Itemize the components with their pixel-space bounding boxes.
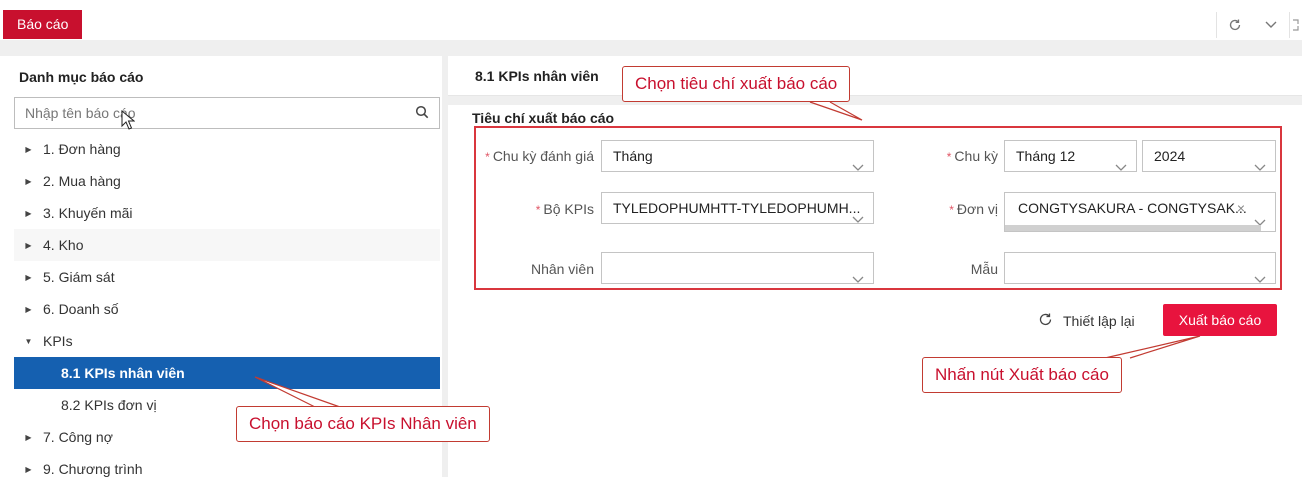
employee-select[interactable] [601, 252, 874, 284]
separator-band [448, 96, 1302, 105]
tree-item-label: 1. Đơn hàng [43, 141, 121, 157]
chevron-down-icon [1254, 264, 1266, 283]
cycle-label: * Chu kỳ [946, 148, 998, 164]
required-mark: * [946, 150, 952, 164]
callout-export: Nhấn nút Xuất báo cáo [922, 357, 1122, 393]
report-header: 8.1 KPIs nhân viên [448, 56, 1302, 96]
tree-item-label: 4. Kho [43, 237, 84, 253]
cycle-eval-label: * Chu kỳ đánh giá [485, 148, 594, 164]
template-label: Mẫu [970, 261, 998, 277]
separator-band [0, 40, 1302, 56]
chevron-down-icon[interactable] [1253, 10, 1289, 40]
tree-item-label: 2. Mua hàng [43, 173, 121, 189]
required-mark: * [535, 203, 541, 217]
tree-item-label: 9. Chương trình [43, 461, 143, 477]
cycle-year-select[interactable]: 2024 [1142, 140, 1276, 172]
cycle-month-select[interactable]: Tháng 12 [1004, 140, 1137, 172]
kpi-set-label: * Bộ KPIs [535, 201, 594, 217]
expand-icon[interactable] [1290, 10, 1302, 40]
cycle-eval-select[interactable]: Tháng [601, 140, 874, 172]
caret-right-icon: ▶ [25, 240, 32, 250]
tree-item-promotions[interactable]: ▶ 3. Khuyến mãi [14, 197, 440, 229]
tree-item-supervision[interactable]: ▶ 5. Giám sát [14, 261, 440, 293]
tree-item-label: 5. Giám sát [43, 269, 115, 285]
tree-item-orders[interactable]: ▶ 1. Đơn hàng [14, 133, 440, 165]
report-tab[interactable]: Báo cáo [3, 10, 83, 39]
report-title: 8.1 KPIs nhân viên [475, 68, 599, 84]
callout-select-report: Chọn báo cáo KPIs Nhân viên [236, 406, 490, 442]
tree-item-sales[interactable]: ▶ 6. Doanh số [14, 293, 440, 325]
cycle-year-value: 2024 [1154, 148, 1186, 164]
chevron-down-icon [1115, 152, 1127, 171]
caret-right-icon: ▶ [25, 208, 32, 218]
unit-label: * Đơn vị [949, 201, 998, 217]
unit-value: CONGTYSAKURA - CONGTYSAK... [1018, 200, 1247, 216]
top-bar: Báo cáo [0, 0, 1302, 40]
cycle-eval-value: Tháng [613, 148, 653, 164]
report-detail-panel: 8.1 KPIs nhân viên Tiêu chí xuất báo cáo… [448, 56, 1302, 477]
search-box [14, 97, 440, 129]
sidebar-title: Danh mục báo cáo [19, 69, 144, 85]
kpi-set-select[interactable]: TYLEDOPHUMHTT-TYLEDOPHUMH... [601, 192, 874, 224]
tree-item-label: 6. Doanh số [43, 301, 119, 317]
export-report-button[interactable]: Xuất báo cáo [1163, 304, 1277, 336]
tree-item-label: 3. Khuyến mãi [43, 205, 133, 221]
chevron-down-icon [1254, 152, 1266, 171]
employee-label: Nhân viên [530, 261, 594, 277]
caret-down-icon: ▼ [24, 336, 33, 346]
caret-right-icon: ▶ [25, 144, 32, 154]
caret-right-icon: ▶ [25, 464, 32, 474]
tree-item-purchasing[interactable]: ▶ 2. Mua hàng [14, 165, 440, 197]
caret-right-icon: ▶ [25, 304, 32, 314]
tree-item-label: 8.2 KPIs đơn vị [61, 397, 157, 413]
search-input[interactable] [15, 98, 395, 128]
reset-label: Thiết lập lại [1063, 313, 1135, 329]
tree-item-kpis[interactable]: ▼ KPIs [14, 325, 440, 357]
caret-right-icon: ▶ [25, 272, 32, 282]
caret-right-icon: ▶ [25, 432, 32, 442]
tag-scrollbar[interactable] [1005, 225, 1261, 231]
template-select[interactable] [1004, 252, 1276, 284]
tree-item-warehouse[interactable]: ▶ 4. Kho [14, 229, 440, 261]
reset-button[interactable]: Thiết lập lại [1038, 312, 1135, 330]
tree-item-label: 8.1 KPIs nhân viên [61, 365, 185, 381]
criteria-title: Tiêu chí xuất báo cáo [472, 110, 615, 126]
chevron-down-icon [852, 204, 864, 223]
tree-item-kpis-employee[interactable]: 8.1 KPIs nhân viên [14, 357, 440, 389]
refresh-icon[interactable] [1217, 10, 1253, 40]
mouse-cursor-icon [121, 109, 136, 135]
chevron-down-icon [852, 152, 864, 171]
caret-right-icon: ▶ [25, 176, 32, 186]
kpi-set-value: TYLEDOPHUMHTT-TYLEDOPHUMH... [613, 200, 861, 216]
unit-select[interactable]: CONGTYSAKURA - CONGTYSAK... × [1004, 192, 1276, 232]
tree-item-label: 7. Công nợ [43, 429, 113, 445]
required-mark: * [949, 203, 954, 217]
callout-criteria: Chọn tiêu chí xuất báo cáo [622, 66, 851, 102]
required-mark: * [485, 150, 490, 164]
chevron-down-icon [852, 264, 864, 283]
top-icons [1216, 10, 1302, 40]
clear-tag-icon[interactable]: × [1237, 193, 1245, 223]
reset-icon [1038, 312, 1053, 330]
tree-item-label: KPIs [43, 333, 73, 349]
tree-item-programs[interactable]: ▶ 9. Chương trình [14, 453, 440, 485]
cycle-month-value: Tháng 12 [1016, 148, 1076, 164]
search-icon[interactable] [415, 105, 429, 124]
